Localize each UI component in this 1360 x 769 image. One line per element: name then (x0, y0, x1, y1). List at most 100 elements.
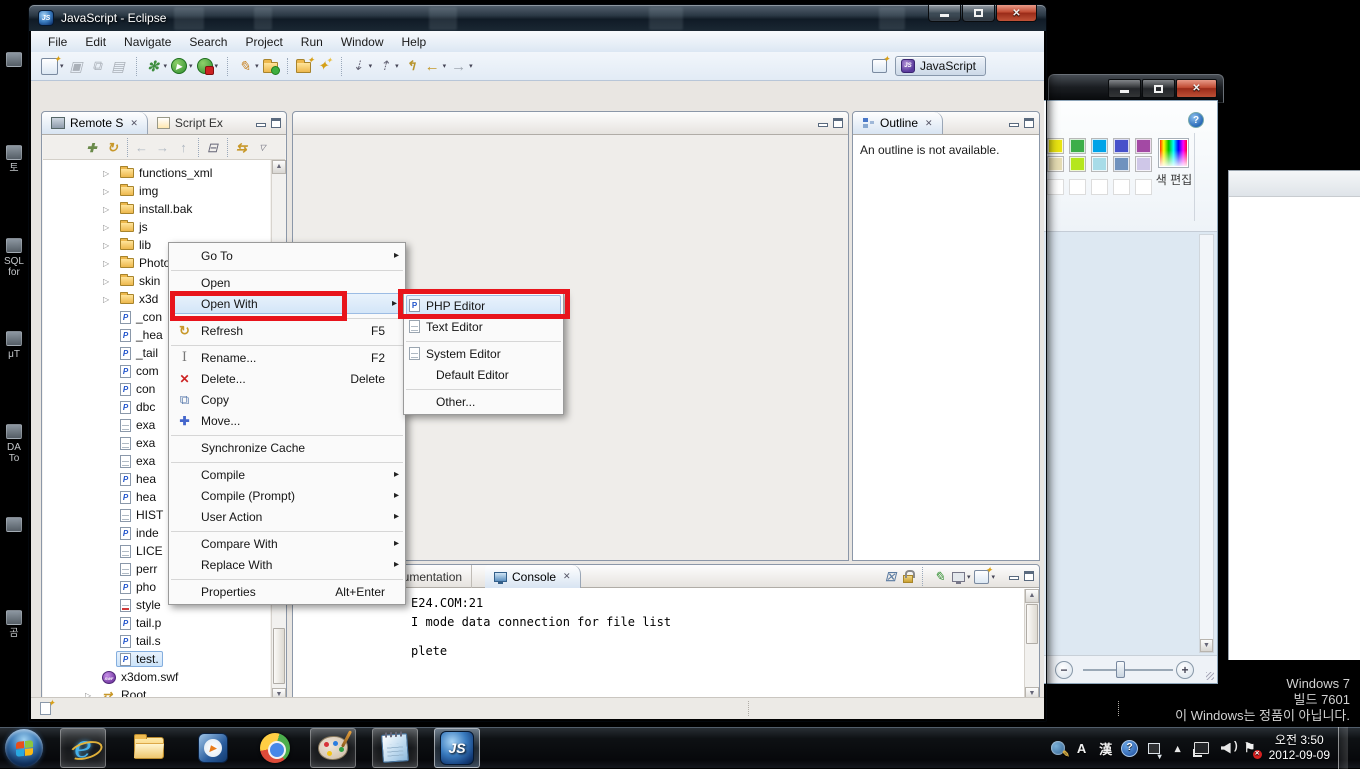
menu-item[interactable]: Run (292, 33, 332, 51)
tray-icon[interactable] (1241, 739, 1259, 757)
tab-outline[interactable]: Outline ✕ (853, 112, 943, 134)
context-menu-item[interactable]: Open (169, 272, 405, 293)
minimize-panel-icon[interactable] (1009, 576, 1019, 580)
color-swatch[interactable] (1135, 156, 1152, 172)
menu-item[interactable]: Project (236, 33, 291, 51)
color-swatch[interactable] (1091, 156, 1108, 172)
explorer-toolbar-button[interactable] (227, 138, 252, 157)
close-button[interactable]: ✕ (996, 5, 1037, 22)
submenu-item[interactable]: Text Editor (404, 316, 563, 337)
toolbar-button[interactable] (341, 57, 375, 76)
scrollbar-thumb[interactable] (1026, 604, 1038, 644)
color-swatch[interactable] (1135, 138, 1152, 154)
expand-arrow-icon[interactable] (103, 241, 116, 250)
expand-arrow-icon[interactable] (103, 205, 116, 214)
expand-arrow-icon[interactable] (103, 259, 116, 268)
toolbar-button[interactable] (136, 57, 170, 76)
toolbar-button[interactable] (227, 57, 261, 76)
desktop-shortcut[interactable]: μT (0, 317, 28, 410)
scroll-up-icon[interactable]: ▲ (272, 160, 286, 174)
titlebar[interactable]: JS JavaScript - Eclipse ✕ (29, 5, 1046, 31)
menu-item[interactable]: Edit (76, 33, 115, 51)
minimize-panel-icon[interactable] (256, 123, 266, 127)
toolbar-button[interactable] (422, 57, 449, 76)
color-swatch[interactable] (1047, 138, 1064, 154)
tray-icon[interactable] (1169, 739, 1187, 757)
toolbar-button[interactable] (374, 57, 401, 76)
toolbar-button[interactable] (87, 57, 108, 76)
start-button[interactable] (5, 729, 43, 767)
tray-icon[interactable] (1049, 739, 1067, 757)
context-menu-item[interactable]: Rename... F2 (169, 347, 405, 368)
menu-item[interactable]: File (39, 33, 76, 51)
minimize-button[interactable] (928, 5, 961, 22)
perspective-javascript-button[interactable]: JS JavaScript (895, 56, 986, 76)
console-vertical-scrollbar[interactable]: ▲ ▼ (1024, 589, 1039, 701)
show-desktop-button[interactable] (1338, 727, 1348, 769)
maximize-panel-icon[interactable] (833, 118, 843, 128)
toolbar-button[interactable] (313, 57, 334, 76)
taskbar-app-button[interactable] (372, 728, 418, 768)
color-swatch[interactable] (1091, 138, 1108, 154)
toolbar-button[interactable] (39, 57, 66, 76)
expand-arrow-icon[interactable] (103, 223, 116, 232)
expand-arrow-icon[interactable] (103, 169, 116, 178)
menu-item[interactable]: Help (393, 33, 436, 51)
tab-remote-systems[interactable]: Remote S ✕ (42, 112, 148, 134)
color-swatch-empty[interactable] (1091, 179, 1108, 195)
taskbar-app-button[interactable]: e (60, 728, 106, 768)
close-icon[interactable]: ✕ (563, 571, 571, 582)
scroll-up-icon[interactable]: ▲ (1025, 589, 1039, 603)
minimize-panel-icon[interactable] (818, 123, 828, 127)
explorer-toolbar-button[interactable] (198, 138, 223, 157)
desktop-shortcut[interactable] (0, 503, 28, 596)
maximize-panel-icon[interactable] (1024, 571, 1034, 581)
context-menu-item[interactable]: Copy (169, 389, 405, 410)
explorer-toolbar-button[interactable] (252, 138, 273, 157)
context-menu-item[interactable]: Compare With (169, 533, 405, 554)
context-menu-item[interactable]: Compile (169, 464, 405, 485)
tab-script-explorer[interactable]: Script Ex (148, 112, 232, 134)
expand-arrow-icon[interactable] (103, 277, 116, 286)
tray-icon[interactable] (1145, 739, 1163, 757)
edit-colors-icon[interactable] (1158, 138, 1189, 168)
toolbar-button[interactable] (108, 57, 129, 76)
scroll-down-icon[interactable]: ▼ (1200, 639, 1213, 652)
context-menu-item[interactable]: Move... (169, 410, 405, 431)
context-menu-item[interactable]: Refresh F5 (169, 320, 405, 341)
tree-item[interactable]: js (43, 218, 270, 236)
context-menu-item[interactable]: Replace With (169, 554, 405, 575)
color-swatch-empty[interactable] (1135, 179, 1152, 195)
explorer-toolbar-button[interactable] (173, 138, 194, 157)
color-swatch[interactable] (1069, 156, 1086, 172)
taskbar-app-button[interactable] (252, 728, 298, 768)
context-menu-item[interactable]: User Action (169, 506, 405, 527)
toolbar-button[interactable] (261, 58, 280, 74)
expand-arrow-icon[interactable] (103, 295, 116, 304)
toolbar-button[interactable] (287, 58, 313, 74)
tray-icon[interactable]: 漢 (1097, 739, 1115, 757)
desktop-shortcut[interactable]: DA To (0, 410, 28, 503)
toolbar-button[interactable] (195, 57, 221, 75)
context-menu-item[interactable]: Compile (Prompt) (169, 485, 405, 506)
maximize-panel-icon[interactable] (1024, 118, 1034, 128)
color-swatch-empty[interactable] (1047, 179, 1064, 195)
minimize-button[interactable] (1108, 79, 1141, 98)
desktop-shortcut[interactable]: 토 (0, 131, 28, 224)
console-toolbar-button[interactable] (901, 569, 915, 584)
context-menu-item[interactable]: Delete... Delete (169, 368, 405, 389)
tree-item[interactable]: x3dom.swf (43, 668, 270, 686)
desktop-shortcut[interactable]: 곰 (0, 596, 28, 689)
maximize-button[interactable] (962, 5, 995, 22)
color-swatch[interactable] (1069, 138, 1086, 154)
menu-item[interactable]: Navigate (115, 33, 180, 51)
taskbar-app-button[interactable] (190, 728, 236, 768)
tree-item[interactable]: test. (43, 650, 270, 668)
explorer-toolbar-button[interactable] (127, 138, 152, 157)
close-icon[interactable]: ✕ (925, 118, 933, 129)
color-swatch[interactable] (1047, 156, 1064, 172)
context-menu-item[interactable]: Synchronize Cache (169, 437, 405, 458)
explorer-toolbar-button[interactable] (102, 138, 123, 157)
scrollbar-thumb[interactable] (273, 628, 285, 684)
toolbar-button[interactable] (169, 57, 195, 75)
